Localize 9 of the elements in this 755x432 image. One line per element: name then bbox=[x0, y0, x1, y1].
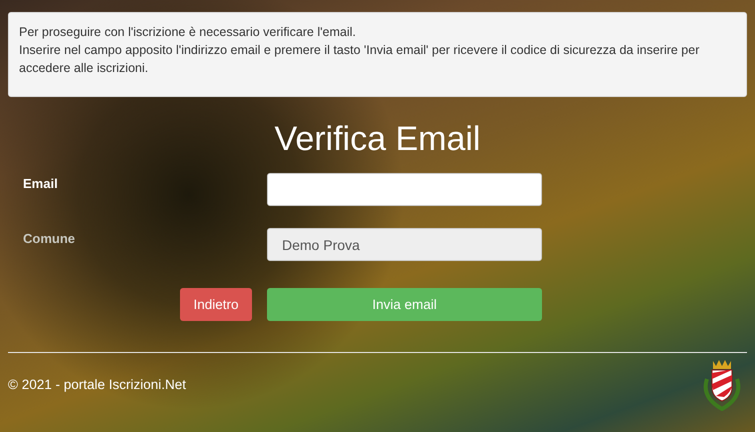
notice-text: Inserire nel campo apposito l'indirizzo email e premere il tasto 'Invia email' per ricevere il codice di sicurezza da inserire per accedere alle iscrizioni. bbox=[19, 42, 700, 77]
field-label: Comune bbox=[23, 230, 76, 246]
field-label: Email bbox=[23, 175, 59, 191]
copyright-text: © 2021 - portale Iscrizioni.Net bbox=[8, 376, 186, 392]
page-title: Verifica Email bbox=[274, 119, 482, 160]
back-button[interactable]: Indietro bbox=[180, 288, 252, 321]
input-field[interactable] bbox=[267, 173, 542, 206]
notice-text: Per proseguire con l'iscrizione è necessario verificare l'email. bbox=[19, 24, 357, 41]
send-email-button[interactable]: Invia email bbox=[267, 288, 542, 321]
